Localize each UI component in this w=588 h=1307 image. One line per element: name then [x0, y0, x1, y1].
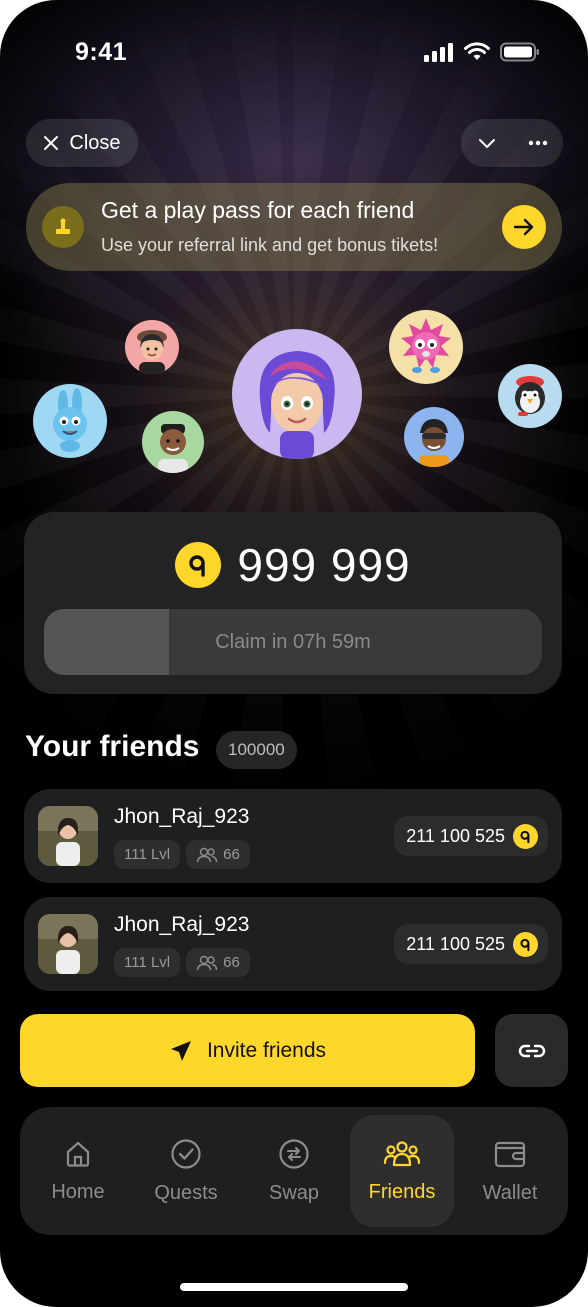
friend-score: 211 100 525 [406, 825, 505, 846]
wifi-icon [464, 42, 490, 60]
friend-level-tag: 111 Lvl [114, 840, 181, 869]
friend-referrals-tag: 66 [186, 840, 250, 869]
balance-row: 999 999 [24, 538, 562, 592]
coin-icon [513, 931, 538, 957]
tab-home[interactable]: Home [26, 1115, 130, 1227]
friend-avatar-cyclist [404, 407, 464, 467]
link-icon [518, 1044, 545, 1057]
claim-label: Claim in 07h 59m [215, 631, 371, 653]
tab-label: Swap [268, 1181, 320, 1204]
friend-level: 111 Lvl [124, 846, 171, 863]
friend-photo [38, 914, 98, 974]
friend-row[interactable]: Jhon_Raj_923 111 Lvl 66 211 100 525 [24, 789, 562, 883]
close-label: Close [69, 131, 121, 154]
banner-title: Get a play pass for each friend [101, 197, 415, 223]
send-icon [170, 1040, 191, 1061]
invite-label: Invite friends [206, 1038, 327, 1062]
tab-label: Wallet [482, 1181, 538, 1204]
chevron-down-icon [478, 139, 495, 148]
invite-friends-button[interactable]: Invite friends [20, 1014, 475, 1087]
check-circle-icon [171, 1138, 201, 1169]
friend-photo [38, 806, 98, 866]
status-time: 9:41 [75, 38, 128, 66]
friend-avatar-bunny [33, 384, 107, 458]
friends-title: Your friends [25, 730, 200, 763]
close-icon [44, 136, 59, 150]
tab-quests[interactable]: Quests [134, 1115, 238, 1227]
friend-tags: 111 Lvl 66 [114, 948, 250, 977]
tab-label: Home [51, 1180, 105, 1203]
tab-bar: Home Quests Swap Friends Wallet [20, 1107, 568, 1235]
collapse-button[interactable] [461, 119, 512, 167]
friends-count-badge: 100000 [216, 731, 297, 769]
friend-level: 111 Lvl [124, 954, 171, 971]
friend-referrals-tag: 66 [186, 948, 250, 977]
friend-row[interactable]: Jhon_Raj_923 111 Lvl 66 211 100 525 [24, 897, 562, 991]
header-menu-group [461, 119, 563, 167]
friend-score: 211 100 525 [406, 933, 505, 954]
cellular-signal-icon [424, 43, 453, 62]
copy-link-button[interactable] [495, 1014, 568, 1087]
more-button[interactable] [512, 119, 563, 167]
banner-subtitle: Use your referral link and get bonus tik… [101, 235, 439, 255]
tab-label: Friends [368, 1180, 436, 1203]
tab-label: Quests [154, 1181, 218, 1204]
friend-tags: 111 Lvl 66 [114, 840, 250, 869]
coin-icon [175, 542, 222, 588]
wallet-icon [494, 1141, 526, 1167]
friend-level-tag: 111 Lvl [114, 948, 181, 977]
close-button[interactable]: Close [26, 119, 138, 167]
friends-icon [383, 1140, 421, 1166]
status-icons [424, 42, 540, 62]
tab-swap[interactable]: Swap [242, 1115, 346, 1227]
coin-icon [513, 823, 538, 849]
more-icon [528, 140, 547, 146]
friend-referrals: 66 [223, 846, 240, 863]
friend-avatar-woman [125, 320, 179, 374]
tab-wallet[interactable]: Wallet [458, 1115, 562, 1227]
home-icon [66, 1141, 90, 1167]
home-indicator [180, 1283, 408, 1291]
app-screen: 9:41 Close Get a play pass for each frie… [0, 0, 588, 1307]
banner-arrow-button[interactable] [502, 205, 546, 249]
balance-card: 999 999 Claim in 07h 59m [24, 512, 562, 694]
friend-avatar-penguin [498, 364, 562, 428]
friend-score-badge: 211 100 525 [394, 924, 548, 964]
tab-friends[interactable]: Friends [350, 1115, 454, 1227]
friend-avatar-main [232, 329, 362, 459]
arrow-right-icon [513, 218, 534, 236]
claim-button[interactable]: Claim in 07h 59m [44, 609, 542, 675]
ticket-icon [42, 206, 84, 248]
friend-score-badge: 211 100 525 [394, 816, 548, 856]
friend-name: Jhon_Raj_923 [114, 805, 250, 828]
battery-icon [500, 42, 539, 62]
play-pass-banner[interactable]: Get a play pass for each friend Use your… [26, 183, 562, 271]
swap-icon [279, 1138, 309, 1169]
friend-avatar-man [142, 411, 204, 473]
friend-name: Jhon_Raj_923 [114, 913, 250, 936]
friend-referrals: 66 [223, 954, 240, 971]
balance-value: 999 999 [237, 539, 411, 591]
users-icon [196, 955, 218, 970]
friend-avatar-hedgehog [389, 310, 463, 384]
users-icon [196, 847, 218, 862]
